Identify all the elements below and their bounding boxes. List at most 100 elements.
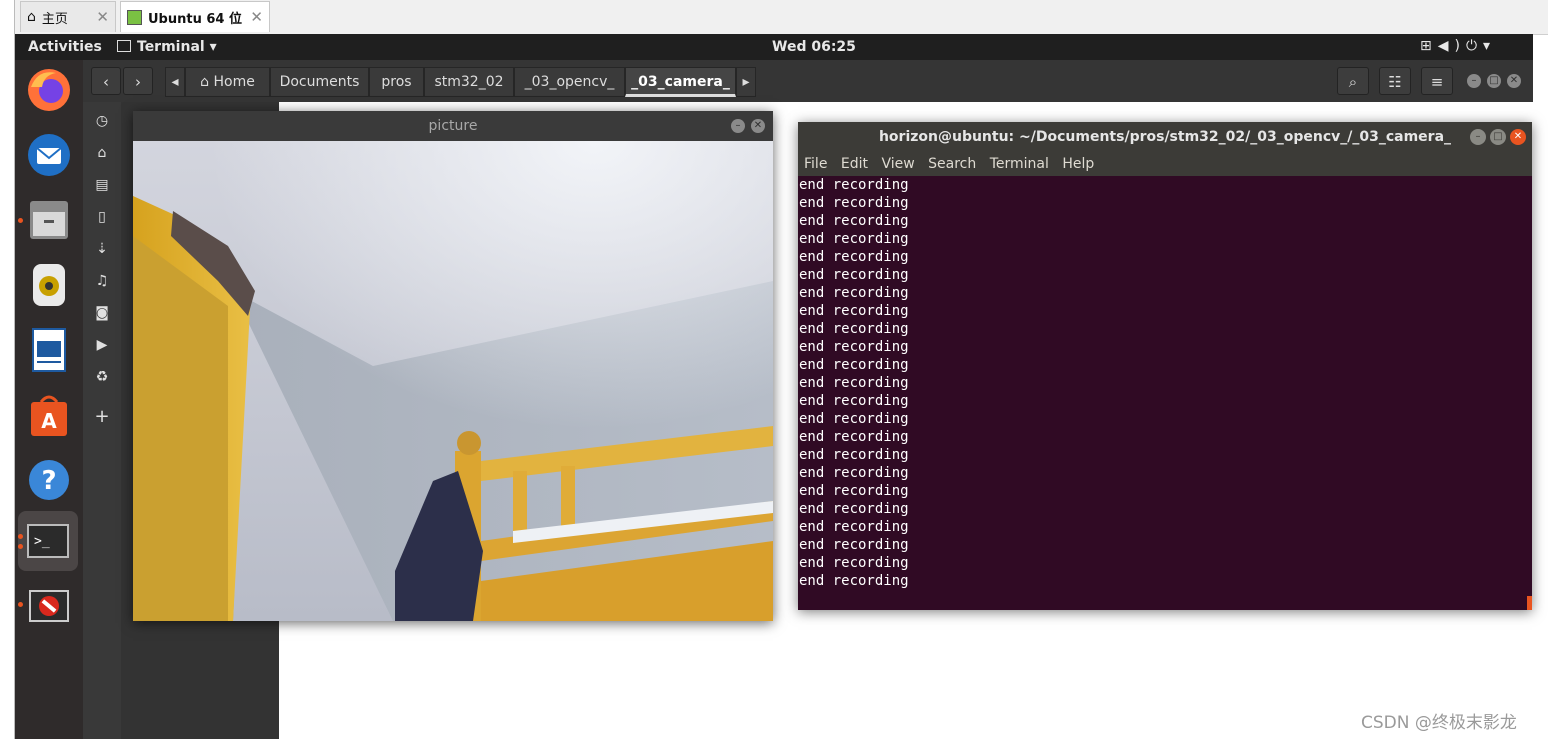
firefox-icon[interactable]: [23, 64, 75, 116]
host-tab-label: Ubuntu 64 位: [148, 11, 242, 27]
trash-icon[interactable]: ♻: [93, 368, 111, 386]
breadcrumb-scroll-right[interactable]: ▸: [736, 67, 756, 97]
add-icon[interactable]: +: [93, 408, 111, 426]
terminal-line: end recording: [799, 195, 909, 211]
disabled-app-icon[interactable]: [23, 580, 75, 632]
system-tray[interactable]: ⊞◀)⏻▾: [1420, 38, 1496, 54]
music-icon[interactable]: ♫: [93, 272, 111, 290]
files-headerbar: ‹ › ◂ ⌂ Home Documents pros stm32_02 _03…: [83, 60, 1533, 102]
terminal-line: end recording: [799, 411, 909, 427]
terminal-icon[interactable]: >_: [18, 511, 78, 571]
power-icon: ⏻: [1465, 38, 1484, 54]
close-icon[interactable]: ✕: [96, 8, 109, 26]
breadcrumb-scroll-left[interactable]: ◂: [165, 67, 185, 97]
scrollbar-thumb[interactable]: [1527, 596, 1532, 610]
maximize-icon[interactable]: □: [1490, 129, 1506, 145]
host-tab-bar: ⌂ 主页 ✕ Ubuntu 64 位 ✕: [0, 0, 1548, 35]
menu-icon[interactable]: ≡: [1421, 67, 1453, 95]
running-indicator: [18, 534, 23, 539]
dock: A ? >_: [15, 60, 83, 739]
search-icon[interactable]: ⌕: [1337, 67, 1369, 95]
rhythmbox-icon[interactable]: [23, 259, 75, 311]
terminal-line: end recording: [799, 573, 909, 589]
menu-search[interactable]: Search: [928, 156, 976, 172]
menu-terminal[interactable]: Terminal: [990, 156, 1049, 172]
recent-icon[interactable]: ◷: [93, 112, 111, 130]
minimize-icon[interactable]: –: [731, 119, 745, 133]
software-icon[interactable]: A: [23, 389, 75, 441]
file-icon[interactable]: ▯: [93, 208, 111, 226]
back-button[interactable]: ‹: [91, 67, 121, 95]
app-menu-label: Terminal ▾: [137, 39, 217, 55]
help-icon[interactable]: ?: [23, 454, 75, 506]
breadcrumb-home[interactable]: ⌂ Home: [185, 67, 270, 97]
terminal-title[interactable]: horizon@ubuntu: ~/Documents/pros/stm32_0…: [798, 122, 1532, 152]
thunderbird-icon[interactable]: [23, 129, 75, 181]
running-indicator: [18, 544, 23, 549]
app-menu-button[interactable]: Terminal ▾: [117, 39, 217, 55]
writer-icon[interactable]: [23, 324, 75, 376]
terminal-line: end recording: [799, 249, 909, 265]
breadcrumb-opencv[interactable]: _03_opencv_: [514, 67, 625, 97]
documents-icon[interactable]: ▤: [93, 176, 111, 194]
terminal-line: end recording: [799, 465, 909, 481]
menu-help[interactable]: Help: [1062, 156, 1094, 172]
svg-text:?: ?: [41, 466, 56, 496]
terminal-line: end recording: [799, 303, 909, 319]
terminal-line: end recording: [799, 321, 909, 337]
terminal-line: end recording: [799, 267, 909, 283]
files-icon[interactable]: [23, 194, 75, 246]
terminal-line: end recording: [799, 177, 909, 193]
network-icon: ⊞: [1420, 38, 1438, 54]
chevron-down-icon: ▾: [1483, 38, 1497, 54]
picture-window-title[interactable]: picture: [133, 111, 773, 141]
close-icon[interactable]: ✕: [250, 8, 263, 26]
clock[interactable]: Wed 06:25: [772, 39, 856, 55]
terminal-line: end recording: [799, 393, 909, 409]
close-icon[interactable]: ✕: [1507, 74, 1521, 88]
terminal-line: end recording: [799, 501, 909, 517]
picture-window: picture – ✕: [133, 111, 773, 621]
vm-icon: [127, 9, 142, 25]
terminal-line: end recording: [799, 357, 909, 373]
terminal-output[interactable]: end recording end recording end recordin…: [798, 176, 1532, 610]
activities-button[interactable]: Activities: [28, 39, 102, 55]
breadcrumb-stm32[interactable]: stm32_02: [424, 67, 514, 97]
menu-edit[interactable]: Edit: [841, 156, 868, 172]
terminal-line: end recording: [799, 483, 909, 499]
camera-icon[interactable]: ◙: [93, 304, 111, 322]
gnome-top-bar: Activities Terminal ▾ Wed 06:25 ⊞◀)⏻▾: [15, 34, 1533, 60]
svg-text:>_: >_: [34, 534, 50, 549]
close-icon[interactable]: ✕: [1510, 129, 1526, 145]
terminal-line: end recording: [799, 555, 909, 571]
terminal-line: end recording: [799, 375, 909, 391]
terminal-line: end recording: [799, 231, 909, 247]
running-indicator: [18, 218, 23, 223]
terminal-line: end recording: [799, 537, 909, 553]
maximize-icon[interactable]: □: [1487, 74, 1501, 88]
video-icon[interactable]: ▶: [93, 336, 111, 354]
terminal-line: end recording: [799, 429, 909, 445]
host-tab-ubuntu[interactable]: Ubuntu 64 位 ✕: [120, 1, 270, 32]
terminal-window: horizon@ubuntu: ~/Documents/pros/stm32_0…: [798, 122, 1532, 610]
host-left-strip: [0, 0, 15, 739]
downloads-icon[interactable]: ⇣: [93, 240, 111, 258]
terminal-line: end recording: [799, 519, 909, 535]
minimize-icon[interactable]: –: [1467, 74, 1481, 88]
terminal-icon: [117, 40, 131, 52]
home-icon[interactable]: ⌂: [93, 144, 111, 162]
breadcrumb-camera[interactable]: _03_camera_: [625, 67, 736, 97]
svg-text:A: A: [41, 409, 57, 433]
menu-file[interactable]: File: [804, 156, 827, 172]
watermark: CSDN @终极末影龙: [1361, 713, 1517, 733]
minimize-icon[interactable]: –: [1470, 129, 1486, 145]
breadcrumb-pros[interactable]: pros: [369, 67, 424, 97]
breadcrumb-documents[interactable]: Documents: [270, 67, 369, 97]
menu-view[interactable]: View: [881, 156, 914, 172]
terminal-line: end recording: [799, 339, 909, 355]
view-options-icon[interactable]: ☷: [1379, 67, 1411, 95]
close-icon[interactable]: ✕: [751, 119, 765, 133]
host-tab-home[interactable]: ⌂ 主页 ✕: [20, 1, 116, 32]
forward-button[interactable]: ›: [123, 67, 153, 95]
volume-icon: ◀): [1437, 38, 1466, 54]
